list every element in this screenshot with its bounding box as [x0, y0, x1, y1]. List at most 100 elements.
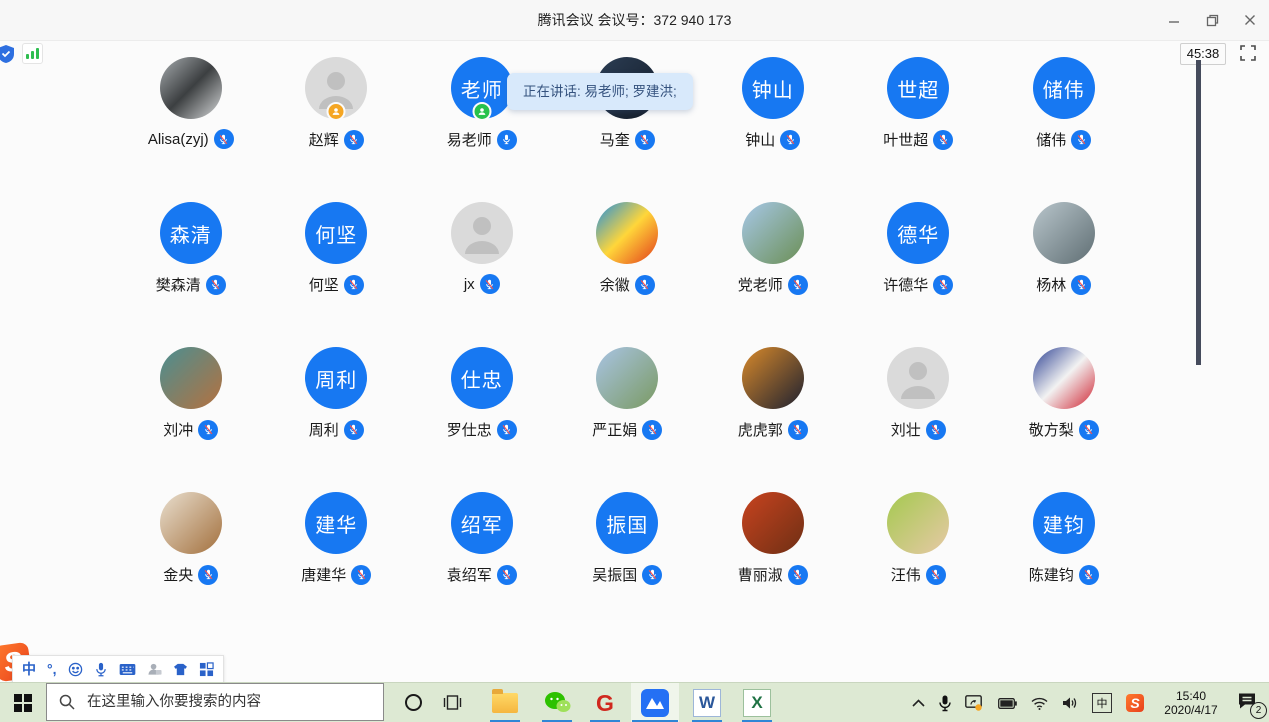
- participant-nameline: 刘冲: [163, 419, 218, 440]
- ime-punct-button[interactable]: °,: [47, 661, 57, 677]
- fullscreen-icon[interactable]: [1240, 45, 1256, 66]
- mic-status-icon: [1079, 565, 1099, 585]
- taskbar-search[interactable]: [46, 683, 384, 721]
- participant-name: 易老师: [447, 129, 492, 150]
- participant-tile[interactable]: 钟山 钟山: [700, 57, 846, 202]
- participant-name: Alisa(zyj): [148, 131, 209, 148]
- participant-tile[interactable]: 仕忠 罗仕忠: [409, 347, 555, 492]
- ime-emoji-icon[interactable]: [68, 662, 83, 677]
- participant-name: 余徽: [600, 274, 630, 295]
- participant-tile[interactable]: 余徽: [555, 202, 701, 347]
- close-button[interactable]: [1241, 11, 1259, 29]
- participant-tile[interactable]: jx: [409, 202, 555, 347]
- participant-tile[interactable]: 储伟 储伟: [991, 57, 1137, 202]
- participant-tile[interactable]: 虎虎郭: [700, 347, 846, 492]
- start-button[interactable]: [0, 683, 46, 722]
- participant-nameline: 杨林: [1036, 274, 1091, 295]
- participant-grid: Alisa(zyj) 赵辉: [118, 57, 1137, 637]
- participant-tile[interactable]: 金央: [118, 492, 264, 637]
- participant-tile[interactable]: 杨林: [991, 202, 1137, 347]
- participant-name: 虎虎郭: [738, 419, 783, 440]
- avatar-initials: 建华: [315, 509, 357, 538]
- tray-volume-icon[interactable]: [1062, 696, 1078, 710]
- participant-tile[interactable]: 赵辉: [264, 57, 410, 202]
- participant-avatar: [742, 347, 804, 409]
- participant-tile[interactable]: 何坚 何坚: [264, 202, 410, 347]
- g-app-icon[interactable]: G: [581, 683, 629, 722]
- participant-nameline: 虎虎郭: [738, 419, 808, 440]
- mic-status-icon: [198, 420, 218, 440]
- participant-tile[interactable]: 党老师: [700, 202, 846, 347]
- participant-nameline: 党老师: [738, 274, 808, 295]
- participant-avatar: 老师: [451, 57, 513, 119]
- task-view-button[interactable]: [443, 693, 462, 717]
- search-icon: [59, 694, 75, 710]
- participant-avatar: [596, 347, 658, 409]
- mic-status-icon: [642, 420, 662, 440]
- participant-tile[interactable]: 刘冲: [118, 347, 264, 492]
- notification-center-icon[interactable]: 2: [1237, 692, 1257, 715]
- ime-keyboard-icon[interactable]: [119, 663, 136, 676]
- avatar-initials: 世超: [897, 74, 939, 103]
- mic-status-icon: [344, 130, 364, 150]
- avatar-initials: 德华: [897, 219, 939, 248]
- participant-tile[interactable]: Alisa(zyj): [118, 57, 264, 202]
- tray-clock[interactable]: 15:40 2020/4/17: [1155, 689, 1227, 717]
- word-icon[interactable]: W: [683, 683, 731, 722]
- participant-avatar: [1033, 202, 1095, 264]
- participant-name: 罗仕忠: [447, 419, 492, 440]
- excel-icon[interactable]: X: [733, 683, 781, 722]
- participant-name: 储伟: [1036, 129, 1066, 150]
- participant-avatar: 绍军: [451, 492, 513, 554]
- mic-status-icon: [1079, 420, 1099, 440]
- search-input[interactable]: [85, 693, 349, 711]
- minimize-button[interactable]: [1165, 11, 1183, 29]
- tray-mic-icon[interactable]: [939, 695, 951, 712]
- participant-nameline: 赵辉: [309, 129, 364, 150]
- tray-display-sync-icon[interactable]: [965, 695, 984, 711]
- mic-status-icon: [788, 420, 808, 440]
- scrollbar-thumb[interactable]: [1196, 60, 1201, 365]
- participant-tile[interactable]: 曹丽淑: [700, 492, 846, 637]
- ime-skin-icon[interactable]: [173, 663, 188, 676]
- participant-tile[interactable]: 建华 唐建华: [264, 492, 410, 637]
- restore-button[interactable]: [1203, 11, 1221, 29]
- ime-toolbox-icon[interactable]: [199, 662, 214, 677]
- participant-avatar: 储伟: [1033, 57, 1095, 119]
- ime-mic-icon[interactable]: [94, 662, 108, 677]
- participant-tile[interactable]: 绍军 袁绍军: [409, 492, 555, 637]
- participant-tile[interactable]: 汪伟: [846, 492, 992, 637]
- tencent-meeting-icon[interactable]: [631, 683, 679, 722]
- ime-passport-icon[interactable]: [147, 662, 162, 676]
- participant-name: 马奎: [600, 129, 630, 150]
- mic-status-icon: [497, 130, 517, 150]
- file-explorer-icon[interactable]: [481, 683, 529, 722]
- participant-tile[interactable]: 敬方梨: [991, 347, 1137, 492]
- participant-tile[interactable]: 周利 周利: [264, 347, 410, 492]
- network-signal-icon[interactable]: [22, 43, 43, 64]
- participant-tile[interactable]: 严正娟: [555, 347, 701, 492]
- speaking-banner: 正在讲话: 易老师; 罗建洪;: [507, 73, 693, 110]
- participant-tile[interactable]: 振国 吴振国: [555, 492, 701, 637]
- mic-status-icon: [780, 130, 800, 150]
- ime-mode-button[interactable]: 中: [22, 659, 36, 679]
- tray-wifi-icon[interactable]: [1031, 697, 1048, 710]
- participant-avatar: [596, 202, 658, 264]
- tray-battery-icon[interactable]: [998, 698, 1017, 709]
- participant-tile[interactable]: 森清 樊森清: [118, 202, 264, 347]
- tray-sogou-icon[interactable]: S: [1126, 694, 1144, 712]
- avatar-placeholder-person-icon: [887, 347, 949, 409]
- tray-expand-chevron[interactable]: [912, 699, 925, 707]
- participant-tile[interactable]: 德华 许德华: [846, 202, 992, 347]
- meeting-timer: 45:38: [1180, 43, 1226, 65]
- participant-tile[interactable]: 刘壮: [846, 347, 992, 492]
- mic-status-icon: [788, 275, 808, 295]
- participant-tile[interactable]: 世超 叶世超: [846, 57, 992, 202]
- avatar-initials: 建钧: [1043, 509, 1085, 538]
- participant-tile[interactable]: 建钧 陈建钧: [991, 492, 1137, 637]
- tray-input-indicator[interactable]: 中: [1092, 693, 1112, 713]
- security-shield-icon[interactable]: [0, 44, 15, 69]
- role-badge-icon: [472, 102, 491, 121]
- cortana-button[interactable]: [405, 694, 422, 711]
- wechat-icon[interactable]: [533, 683, 581, 722]
